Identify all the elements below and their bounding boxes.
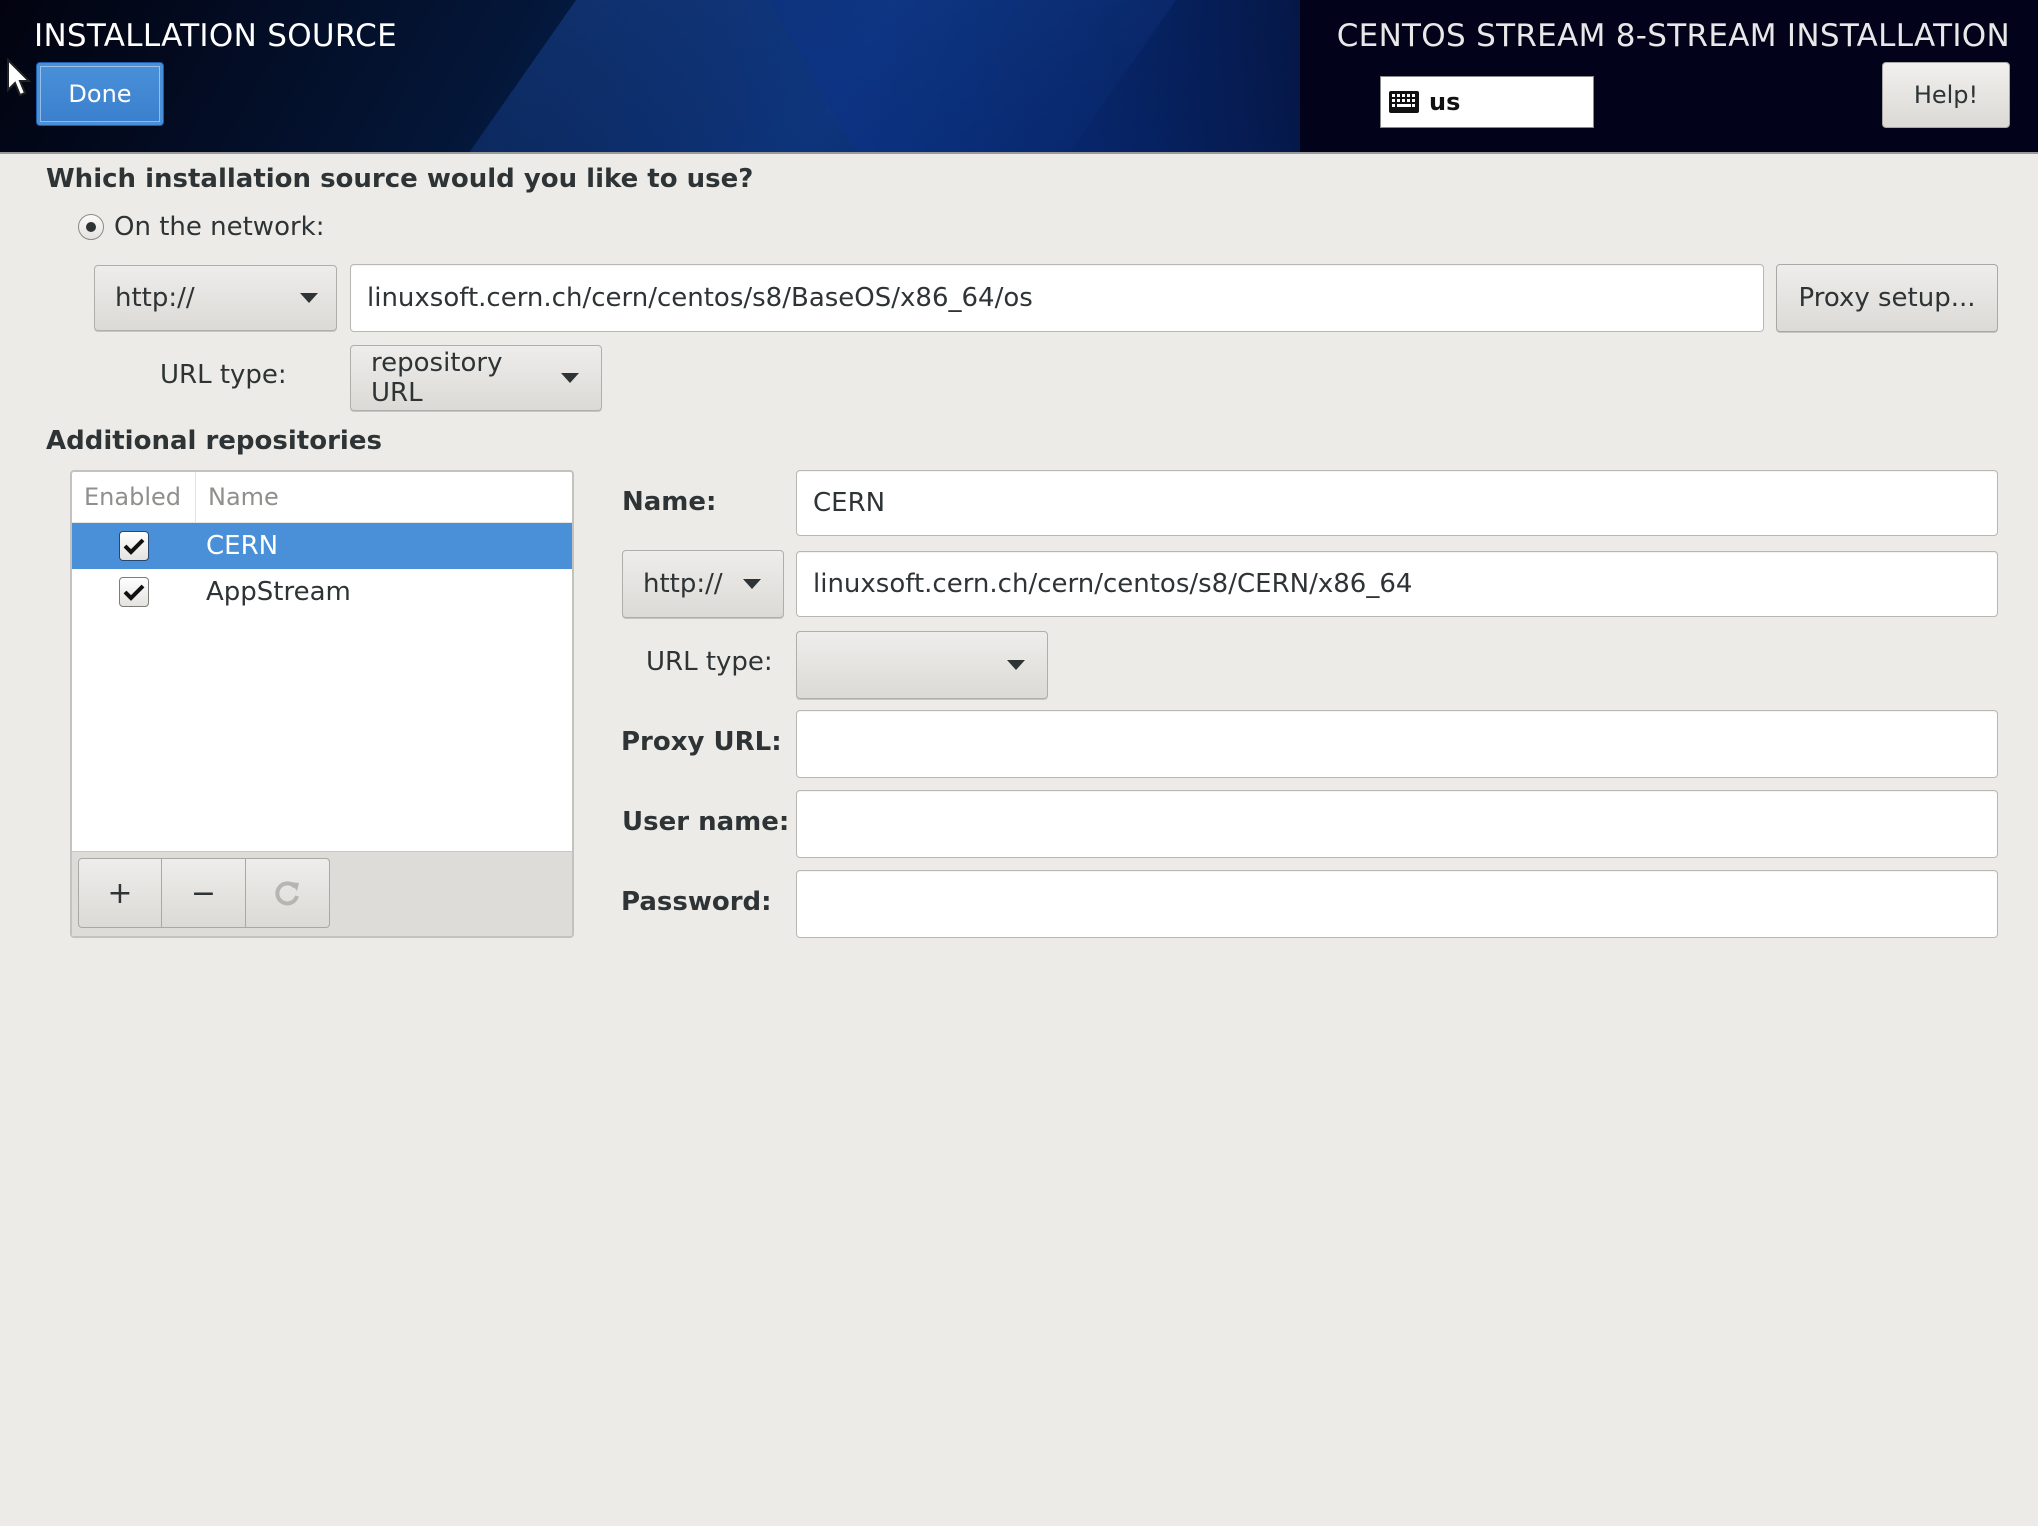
chevron-down-icon	[561, 373, 579, 383]
page-title: INSTALLATION SOURCE	[34, 18, 398, 54]
repo-protocol-dropdown[interactable]: http://	[622, 550, 784, 618]
checkmark-icon	[123, 584, 145, 601]
url-type-label: URL type:	[160, 360, 287, 390]
repo-name-input[interactable]: CERN	[796, 470, 1998, 536]
password-input[interactable]	[796, 870, 1998, 938]
column-header-enabled[interactable]: Enabled	[72, 472, 196, 522]
repo-name-value: CERN	[813, 488, 886, 518]
repository-row[interactable]: AppStream	[72, 569, 572, 615]
additional-repositories-heading: Additional repositories	[46, 426, 382, 456]
proxy-url-label: Proxy URL:	[621, 727, 782, 757]
repository-row[interactable]: CERN	[72, 523, 572, 569]
password-label: Password:	[621, 887, 772, 917]
proxy-setup-button[interactable]: Proxy setup...	[1776, 264, 1998, 332]
mouse-cursor-icon	[7, 58, 32, 97]
repo-name-label: Name:	[622, 487, 717, 517]
keyboard-icon	[1389, 91, 1419, 113]
url-type-dropdown[interactable]: repository URL	[350, 345, 602, 411]
chevron-down-icon	[1007, 660, 1025, 670]
username-input[interactable]	[796, 790, 1998, 858]
keyboard-layout-indicator[interactable]: us	[1380, 76, 1594, 128]
repo-protocol-value: http://	[643, 569, 723, 599]
help-button[interactable]: Help!	[1882, 62, 2010, 128]
repository-name: CERN	[206, 531, 279, 561]
repository-enabled-checkbox[interactable]	[119, 531, 149, 561]
protocol-value: http://	[115, 283, 195, 313]
repo-url-type-label: URL type:	[646, 647, 773, 677]
refresh-icon	[274, 881, 299, 906]
remove-repository-button[interactable]: −	[162, 858, 246, 928]
keyboard-layout-label: us	[1429, 88, 1461, 116]
url-type-value: repository URL	[371, 348, 503, 408]
header-bar: INSTALLATION SOURCE CENTOS STREAM 8-STRE…	[0, 0, 2038, 154]
done-button[interactable]: Done	[36, 62, 164, 126]
repository-enabled-checkbox[interactable]	[119, 577, 149, 607]
username-label: User name:	[622, 807, 790, 837]
revert-repositories-button[interactable]	[246, 858, 330, 928]
protocol-dropdown[interactable]: http://	[94, 265, 337, 331]
repo-url-input[interactable]: linuxsoft.cern.ch/cern/centos/s8/CERN/x8…	[796, 551, 1998, 617]
chevron-down-icon	[743, 579, 761, 589]
repositories-toolbar: + −	[72, 851, 572, 936]
source-question: Which installation source would you like…	[46, 164, 754, 194]
product-title: CENTOS STREAM 8-STREAM INSTALLATION	[1336, 18, 2010, 54]
repositories-list-header: Enabled Name	[72, 472, 572, 523]
network-radio-option[interactable]: On the network:	[78, 212, 325, 242]
source-url-value: linuxsoft.cern.ch/cern/centos/s8/BaseOS/…	[367, 283, 1033, 313]
plus-icon: +	[107, 875, 133, 911]
chevron-down-icon	[300, 293, 318, 303]
repo-url-value: linuxsoft.cern.ch/cern/centos/s8/CERN/x8…	[813, 569, 1413, 599]
repository-name: AppStream	[206, 577, 351, 607]
radio-selected-dot	[86, 222, 96, 232]
source-url-input[interactable]: linuxsoft.cern.ch/cern/centos/s8/BaseOS/…	[350, 264, 1764, 332]
checkmark-icon	[123, 538, 145, 555]
network-radio-button[interactable]	[78, 214, 104, 240]
network-radio-label: On the network:	[114, 212, 325, 242]
add-repository-button[interactable]: +	[78, 858, 162, 928]
column-header-name[interactable]: Name	[196, 472, 279, 522]
proxy-url-input[interactable]	[796, 710, 1998, 778]
repositories-list: Enabled Name CERN AppStream + −	[70, 470, 574, 938]
minus-icon: −	[190, 875, 217, 911]
repo-url-type-dropdown[interactable]	[796, 631, 1048, 699]
